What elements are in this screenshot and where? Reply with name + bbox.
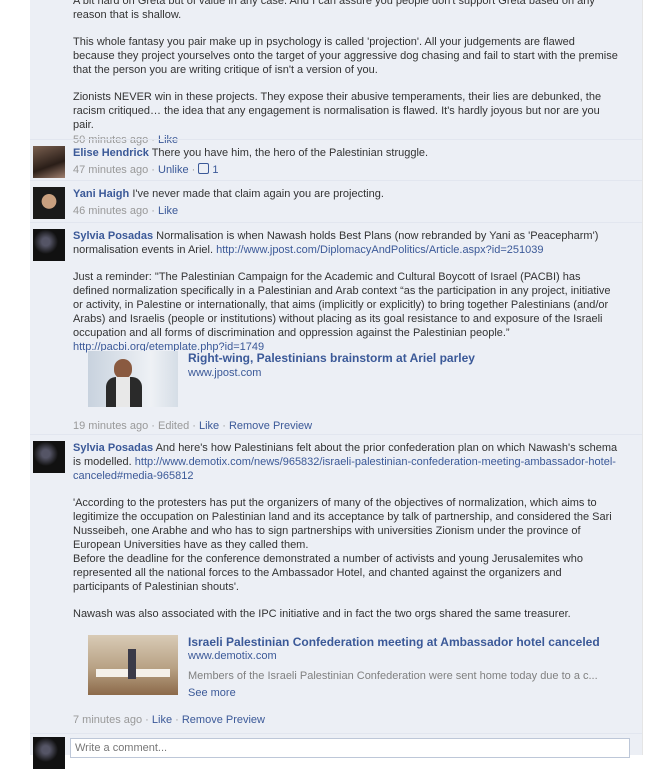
comment-text: Before the deadline for the conference d…	[73, 553, 583, 593]
comment-text: Nawash was also associated with the IPC …	[73, 608, 571, 620]
author-name[interactable]: Sylvia Posadas	[73, 230, 153, 242]
comment-text: This whole fantasy you pair make up in p…	[73, 36, 618, 76]
comment: Elise Hendrick There you have him, the h…	[30, 139, 643, 180]
comment-input[interactable]: Write a comment...	[70, 738, 630, 758]
edited-label[interactable]: Edited	[158, 420, 189, 432]
see-more-link[interactable]: See more	[188, 687, 236, 699]
avatar[interactable]	[33, 146, 65, 178]
timestamp[interactable]: 19 minutes ago	[73, 420, 148, 432]
like-count[interactable]: 1	[212, 164, 218, 176]
avatar	[33, 737, 65, 769]
avatar[interactable]	[33, 229, 65, 261]
comment-text: I've never made that claim again you are…	[132, 188, 384, 200]
timestamp[interactable]: 47 minutes ago	[73, 164, 148, 176]
thumbs-up-icon	[198, 163, 210, 174]
comment-meta: 47 minutes ago · Unlike · 1	[73, 163, 219, 176]
avatar[interactable]	[33, 441, 65, 473]
comment: Sylvia Posadas Normalisation is when Naw…	[30, 222, 643, 435]
preview-thumbnail[interactable]	[88, 635, 178, 695]
comment: Sylvia Posadas And here's how Palestinia…	[30, 434, 643, 733]
comments-panel: A bit hard on Greta but of value in any …	[30, 0, 644, 769]
preview-domain[interactable]: www.demotix.com	[188, 650, 277, 662]
link-preview: Right-wing, Palestinians brainstorm at A…	[88, 351, 608, 409]
timestamp[interactable]: 46 minutes ago	[73, 205, 148, 217]
timestamp[interactable]: 7 minutes ago	[73, 714, 142, 726]
comment: A bit hard on Greta but of value in any …	[30, 0, 643, 146]
comment-meta: 19 minutes ago · Edited · Like · Remove …	[73, 420, 313, 432]
author-name[interactable]: Elise Hendrick	[73, 147, 149, 159]
comment-meta: 7 minutes ago · Like · Remove Preview	[73, 714, 265, 726]
preview-thumbnail[interactable]	[88, 351, 178, 407]
author-name[interactable]: Sylvia Posadas	[73, 442, 153, 454]
like-link[interactable]: Like	[152, 714, 172, 726]
comment-meta: 46 minutes ago · Like	[73, 205, 179, 217]
comment-text: 'According to the protesters has put the…	[73, 497, 612, 551]
comment-text: Zionists NEVER win in these projects. Th…	[73, 91, 602, 131]
comment: Yani Haigh I've never made that claim ag…	[30, 180, 643, 223]
unlike-link[interactable]: Unlike	[158, 164, 189, 176]
article-link[interactable]: http://www.demotix.com/news/965832/israe…	[73, 456, 616, 482]
like-link[interactable]: Like	[158, 205, 178, 217]
comment-text: Just a reminder: "The Palestinian Campai…	[73, 271, 611, 339]
link-preview: Israeli Palestinian Confederation meetin…	[88, 635, 608, 699]
author-name[interactable]: Yani Haigh	[73, 188, 129, 200]
scrollbar[interactable]	[642, 0, 657, 755]
remove-preview-link[interactable]: Remove Preview	[229, 420, 312, 432]
comment-composer: Write a comment...	[30, 733, 643, 769]
comment-text: A bit hard on Greta but of value in any …	[73, 0, 595, 21]
article-link[interactable]: http://www.jpost.com/DiplomacyAndPolitic…	[216, 244, 543, 256]
comment-text: There you have him, the hero of the Pale…	[151, 147, 429, 159]
remove-preview-link[interactable]: Remove Preview	[182, 714, 265, 726]
preview-title[interactable]: Right-wing, Palestinians brainstorm at A…	[188, 351, 475, 365]
preview-title[interactable]: Israeli Palestinian Confederation meetin…	[188, 635, 600, 649]
preview-domain[interactable]: www.jpost.com	[188, 367, 261, 379]
avatar[interactable]	[33, 187, 65, 219]
preview-summary: Members of the Israeli Palestinian Confe…	[188, 670, 598, 682]
like-link[interactable]: Like	[199, 420, 219, 432]
